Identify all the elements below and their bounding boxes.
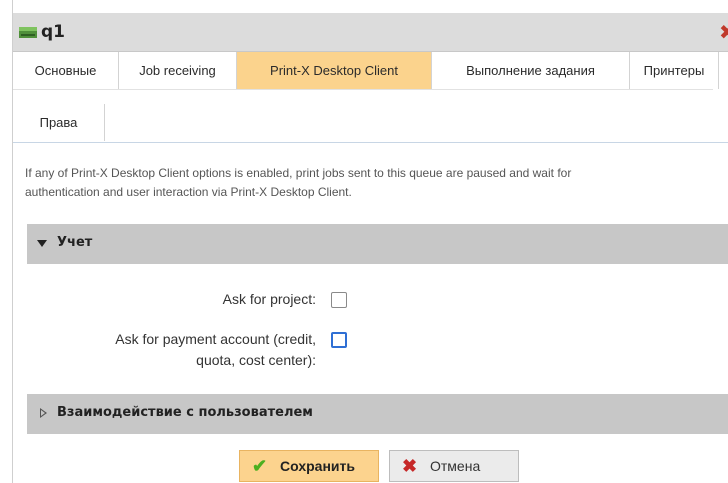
- tab-print-x-desktop-client[interactable]: Print-X Desktop Client: [237, 52, 432, 89]
- window-title: q1: [41, 22, 65, 42]
- cancel-button[interactable]: ✖ Отмена: [389, 450, 519, 482]
- tab-row-divider: [13, 89, 713, 90]
- description-line-1: If any of Print-X Desktop Client options…: [25, 166, 572, 180]
- queue-printer-icon: [19, 27, 37, 38]
- save-button-label: Сохранить: [280, 458, 355, 474]
- collapsed-arrow-icon: [40, 408, 47, 418]
- ask-project-label: Ask for project:: [222, 291, 316, 307]
- tab-printers[interactable]: Принтеры: [630, 52, 719, 89]
- close-icon[interactable]: ✖: [719, 21, 728, 43]
- ask-payment-label: Ask for payment account (credit, quota, …: [115, 329, 316, 371]
- queue-settings-dialog: q1 ✖ Основные Job receiving Print-X Desk…: [12, 0, 728, 483]
- checkmark-icon: ✔: [252, 456, 268, 476]
- ask-payment-label-line-2: quota, cost center):: [196, 352, 316, 368]
- ask-payment-checkbox[interactable]: [331, 332, 347, 348]
- description-text: If any of Print-X Desktop Client options…: [25, 164, 728, 202]
- section-header-user-interaction[interactable]: Взаимодействие с пользователем: [27, 394, 728, 434]
- section-title-accounting: Учет: [57, 235, 93, 250]
- section-header-accounting[interactable]: Учет: [27, 224, 728, 264]
- tab-bar: Основные Job receiving Print-X Desktop C…: [13, 52, 728, 143]
- title-bar[interactable]: q1 ✖: [13, 13, 728, 52]
- expanded-arrow-icon: [37, 240, 47, 247]
- tab-general[interactable]: Основные: [13, 52, 119, 89]
- tab-job-receiving[interactable]: Job receiving: [119, 52, 237, 89]
- save-button[interactable]: ✔ Сохранить: [239, 450, 379, 482]
- ask-project-checkbox[interactable]: [331, 292, 347, 308]
- ask-payment-label-line-1: Ask for payment account (credit,: [115, 331, 316, 347]
- cancel-x-icon: ✖: [402, 456, 418, 476]
- tab-job-execution[interactable]: Выполнение задания: [432, 52, 630, 89]
- description-line-2: authentication and user interaction via …: [25, 185, 352, 199]
- section-title-user-interaction: Взаимодействие с пользователем: [57, 405, 313, 420]
- window-frame-left: [0, 0, 12, 483]
- cancel-button-label: Отмена: [430, 458, 481, 474]
- tab-permissions[interactable]: Права: [13, 104, 105, 141]
